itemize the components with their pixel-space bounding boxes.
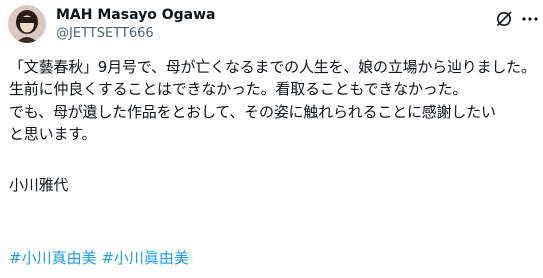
post-header: MAH Masayo Ogawa @JETTSETT666: [8, 4, 215, 44]
author-display-name[interactable]: MAH Masayo Ogawa: [56, 7, 215, 24]
post-text-line: 生前に仲良くすることはできなかった。看取ることもできなかった。: [9, 80, 468, 99]
post-text-line: と思います。: [9, 125, 97, 144]
profile-photo-icon: [8, 5, 46, 43]
post-text-line: 「文藝春秋」9月号で、母が亡くなるまでの人生を、娘の立場から辿りました。: [9, 58, 536, 76]
hashtag-link[interactable]: #小川真由美: [9, 249, 97, 267]
author-handle[interactable]: @JETTSETT666: [56, 26, 215, 42]
post-text-line: でも、母が遺した作品をとおして、その姿に触れられることに感謝したい: [9, 102, 496, 121]
post-body: 「文藝春秋」9月号で、母が亡くなるまでの人生を、娘の立場から辿りました。 生前に…: [9, 56, 537, 196]
hashtag-link[interactable]: #小川眞由美: [101, 249, 189, 267]
avatar[interactable]: [8, 5, 46, 43]
more-options-icon[interactable]: [521, 10, 539, 28]
post-signature: 小川雅代: [9, 175, 69, 194]
grok-icon[interactable]: [495, 10, 513, 28]
post-card: MAH Masayo Ogawa @JETTSETT666 「文藝春秋」9月号で…: [0, 0, 543, 278]
hashtag-list: #小川真由美 #小川眞由美: [9, 247, 189, 269]
